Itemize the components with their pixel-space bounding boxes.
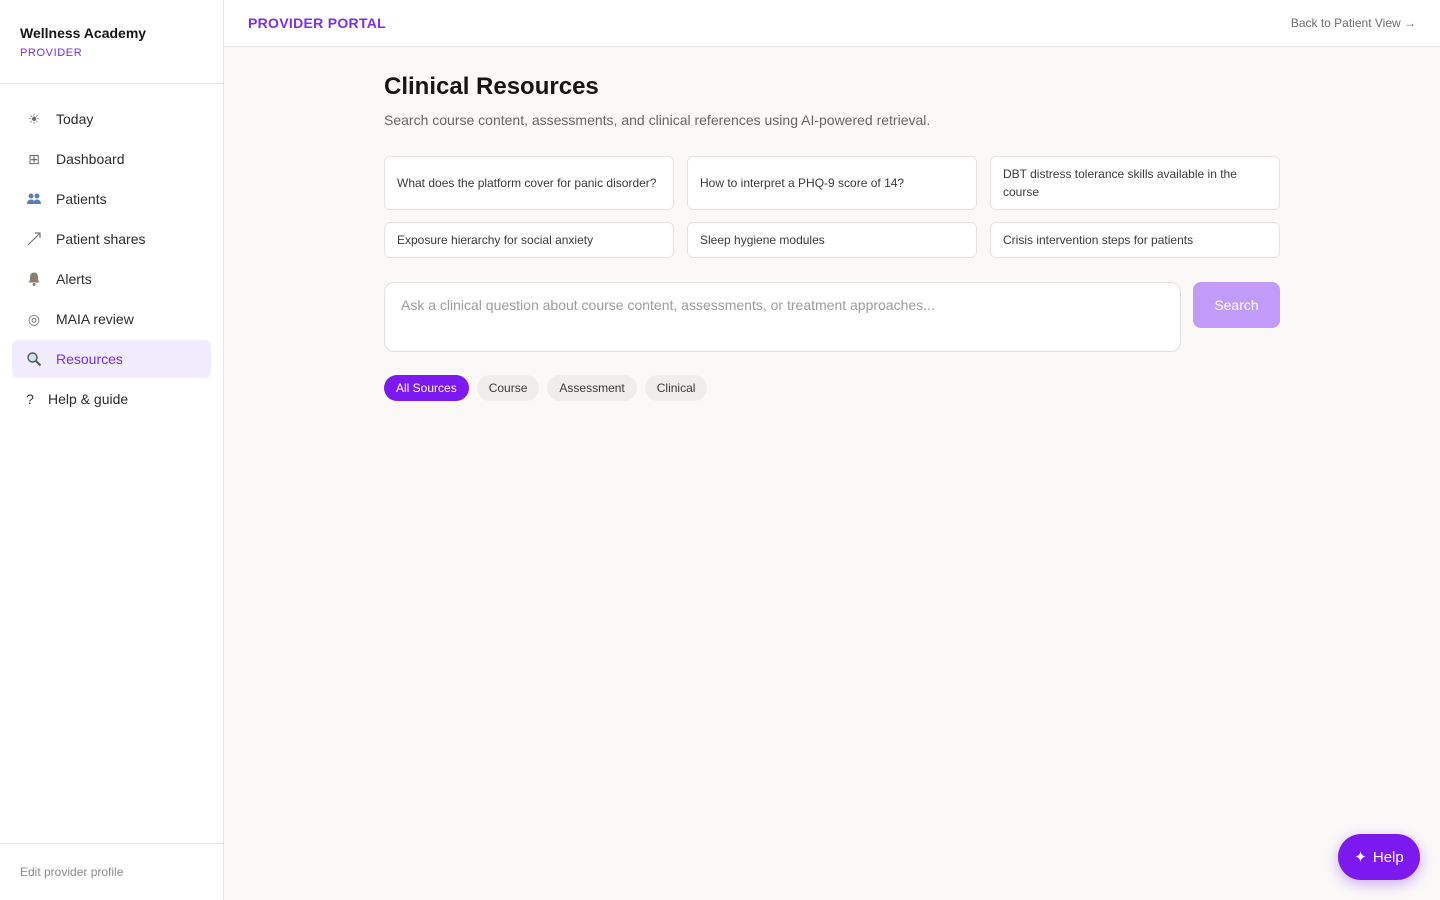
page-title: Clinical Resources	[384, 73, 599, 100]
sidebar-item-help-guide[interactable]: ? Help & guide	[12, 380, 211, 418]
question-icon: ?	[26, 391, 34, 407]
arrow-icon	[24, 231, 44, 247]
suggestion-chip[interactable]: DBT distress tolerance skills available …	[990, 156, 1280, 210]
sidebar-item-label: Help & guide	[48, 391, 129, 407]
portal-label: PROVIDER PORTAL	[248, 15, 387, 31]
sidebar-item-label: Resources	[56, 351, 123, 367]
magnifier-icon	[24, 351, 44, 367]
sidebar-item-resources[interactable]: Resources	[12, 340, 211, 378]
sidebar-item-label: Today	[56, 111, 94, 127]
suggestion-chip[interactable]: What does the platform cover for panic d…	[384, 156, 674, 210]
page-subtitle: Search course content, assessments, and …	[384, 112, 931, 128]
filter-all-sources[interactable]: All Sources	[384, 375, 469, 401]
filter-clinical[interactable]: Clinical	[644, 375, 708, 401]
top-bar: PROVIDER PORTAL Back to Patient View →	[224, 0, 1440, 47]
sidebar-item-alerts[interactable]: Alerts	[12, 260, 211, 298]
edit-profile-link[interactable]: Edit provider profile	[0, 843, 223, 900]
sidebar-item-today[interactable]: ☀ Today	[12, 100, 211, 138]
filter-assessment[interactable]: Assessment	[547, 375, 637, 401]
suggestion-chip[interactable]: Sleep hygiene modules	[687, 222, 977, 258]
brand-role: PROVIDER	[20, 47, 83, 59]
sidebar-item-label: Patient shares	[56, 231, 146, 247]
suggestion-chip[interactable]: Crisis intervention steps for patients	[990, 222, 1280, 258]
brand: Wellness Academy PROVIDER	[0, 0, 223, 84]
source-filters: All Sources Course Assessment Clinical	[384, 375, 1280, 401]
grid-icon: ⊞	[28, 150, 40, 167]
main-content: Clinical Resources Search course content…	[384, 72, 1280, 401]
help-button-label: Help	[1372, 848, 1404, 866]
sidebar-item-label: Patients	[56, 191, 107, 207]
sparkle-icon: ✦	[1354, 849, 1367, 866]
sidebar: Wellness Academy PROVIDER ☀ Today ⊞ Dash…	[0, 0, 224, 900]
sidebar-item-maia-review[interactable]: ◎ MAIA review	[12, 300, 211, 338]
suggestion-chip[interactable]: How to interpret a PHQ-9 score of 14?	[687, 156, 977, 210]
suggested-queries: What does the platform cover for panic d…	[384, 156, 1280, 258]
filter-course[interactable]: Course	[476, 375, 540, 401]
sidebar-item-dashboard[interactable]: ⊞ Dashboard	[12, 140, 211, 178]
sidebar-nav: ☀ Today ⊞ Dashboard Patients Patient sha…	[0, 84, 223, 418]
sidebar-item-label: MAIA review	[56, 311, 134, 327]
search-row: Search	[384, 282, 1280, 352]
sidebar-item-patients[interactable]: Patients	[12, 180, 211, 218]
back-to-patient-view-link[interactable]: Back to Patient View →	[1291, 16, 1416, 30]
search-button[interactable]: Search	[1193, 282, 1280, 328]
sun-icon: ☀	[27, 110, 41, 127]
people-icon	[24, 191, 44, 207]
sidebar-item-label: Dashboard	[56, 151, 125, 167]
suggestion-chip[interactable]: Exposure hierarchy for social anxiety	[384, 222, 674, 258]
bell-icon	[24, 271, 44, 287]
brand-name: Wellness Academy	[20, 25, 147, 41]
help-button[interactable]: ✦ Help	[1338, 834, 1420, 880]
search-input[interactable]	[384, 282, 1181, 352]
edit-profile-label: Edit provider profile	[20, 865, 124, 879]
circle-icon: ◎	[27, 310, 41, 327]
back-link-label: Back to Patient View →	[1290, 16, 1416, 30]
sidebar-item-patient-shares[interactable]: Patient shares	[12, 220, 211, 258]
sidebar-item-label: Alerts	[56, 271, 92, 287]
